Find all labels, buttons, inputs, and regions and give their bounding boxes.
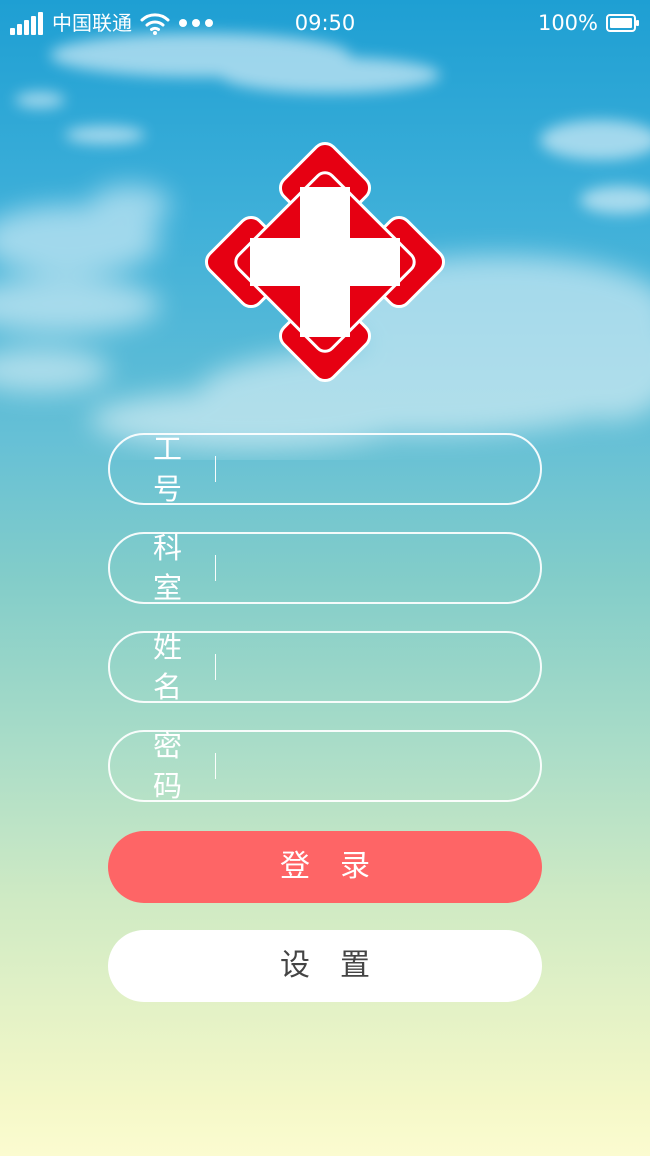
employee-id-label: 工号 [153,432,186,506]
login-button[interactable]: 登录 [108,831,542,903]
employee-id-input[interactable] [216,449,540,489]
battery-icon [606,14,639,32]
status-bar: 中国联通 09:50 100% [0,0,650,46]
department-input[interactable] [216,548,540,588]
name-label: 姓名 [153,630,186,704]
name-field[interactable]: 姓名 [108,630,542,704]
login-form: 工号 科室 姓名 密码 [108,432,542,829]
battery-percent: 100% [537,11,598,35]
employee-id-field[interactable]: 工号 [108,432,542,506]
department-label: 科室 [153,531,186,605]
status-right-group: 100% [538,9,640,37]
name-input[interactable] [216,647,540,687]
department-field[interactable]: 科室 [108,531,542,605]
password-input[interactable] [216,746,540,786]
red-cross-icon [204,141,446,383]
settings-button[interactable]: 设置 [108,930,542,1002]
password-label: 密码 [153,729,186,803]
password-field[interactable]: 密码 [108,729,542,803]
